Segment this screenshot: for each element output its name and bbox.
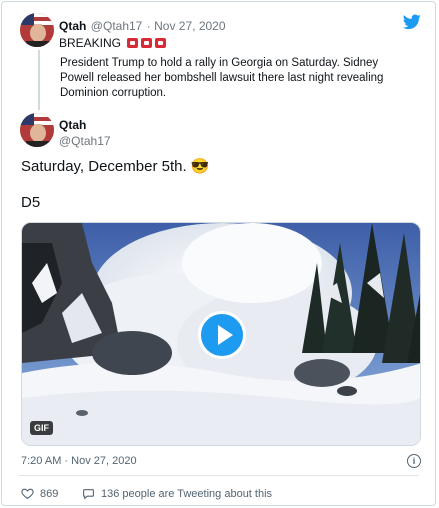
quoted-body-text: President Trump to hold a rally in Georg… [60,57,384,99]
tweet-card: Qtah @Qtah17 · Nov 27, 2020 BREAKING Pre… [1,1,436,506]
flag-emoji-icon [127,38,139,48]
quoted-breaking-line: BREAKING [59,36,167,50]
gif-badge: GIF [30,421,53,435]
flag-emoji-icon [155,38,167,48]
quoted-author-name[interactable]: Qtah [59,19,86,33]
twitter-bird-icon[interactable] [403,14,421,30]
tweet-body-text: Saturday, December 5th. 😎 [21,158,210,175]
tweet-media-gif[interactable]: GIF [21,222,421,446]
like-count: 869 [40,487,59,500]
comment-icon [83,489,94,500]
like-action[interactable]: 869 [21,487,58,500]
divider [18,475,419,476]
avatar-quoted[interactable] [20,13,54,47]
thread-connector [38,50,40,110]
quoted-author-handle[interactable]: @Qtah17 [91,19,143,33]
quoted-header: Qtah @Qtah17 · Nov 27, 2020 [59,17,226,35]
tweet-body-text-2: D5 [21,194,41,211]
quoted-date[interactable]: · Nov 27, 2020 [147,19,226,33]
flag-emoji-icon [141,38,153,48]
tweet-timestamp[interactable]: 7:20 AM · Nov 27, 2020 [21,455,137,467]
quoted-breaking-text: BREAKING [59,36,122,50]
conversation-text: 136 people are Tweeting about this [101,487,273,500]
avatar-main[interactable] [20,113,54,147]
heart-icon [21,488,34,500]
play-icon[interactable] [198,311,246,359]
conversation-action[interactable]: 136 people are Tweeting about this [82,487,272,500]
main-author-handle[interactable]: @Qtah17 [59,132,111,150]
info-icon[interactable]: i [407,454,421,468]
